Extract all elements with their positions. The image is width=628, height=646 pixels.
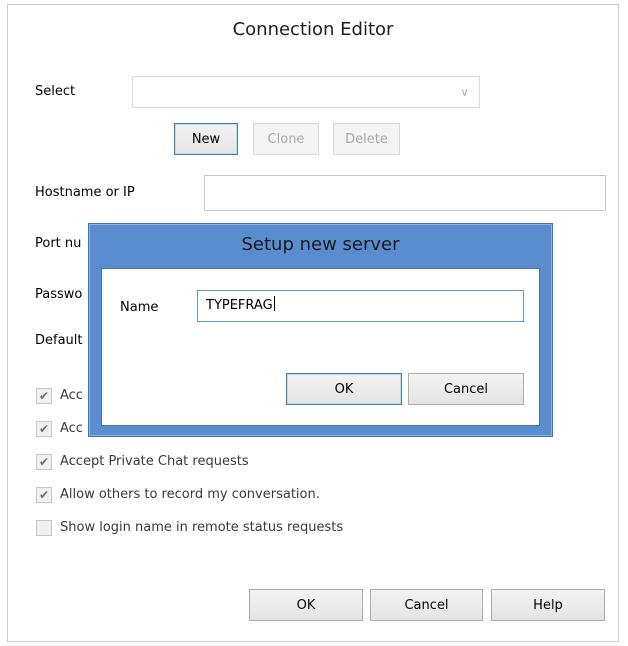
checkbox-1[interactable]: ✔ bbox=[36, 388, 52, 404]
allow-record-checkbox[interactable]: ✔ bbox=[36, 487, 52, 503]
name-label: Name bbox=[120, 300, 159, 315]
delete-button[interactable]: Delete bbox=[333, 123, 400, 155]
dialog-cancel-button[interactable]: Cancel bbox=[408, 373, 524, 405]
hostname-label: Hostname or IP bbox=[35, 185, 135, 200]
window-title: Connection Editor bbox=[232, 19, 394, 40]
server-select[interactable]: ∨ bbox=[132, 76, 480, 108]
check-icon: ✔ bbox=[38, 488, 50, 502]
ok-button[interactable]: OK bbox=[249, 589, 363, 621]
accept-private-chat-checkbox[interactable]: ✔ bbox=[36, 454, 52, 470]
checkbox-1-label: Acc bbox=[60, 388, 83, 403]
help-button[interactable]: Help bbox=[491, 589, 605, 621]
password-label: Passwo bbox=[35, 287, 83, 302]
check-icon: ✔ bbox=[38, 389, 50, 403]
allow-record-label: Allow others to record my conversation. bbox=[60, 487, 320, 502]
accept-private-chat-label: Accept Private Chat requests bbox=[60, 454, 249, 469]
show-login-name-label: Show login name in remote status request… bbox=[60, 520, 344, 535]
name-input[interactable]: TYPEFRAG bbox=[197, 290, 524, 322]
chevron-down-icon: ∨ bbox=[460, 85, 469, 99]
text-caret bbox=[273, 296, 275, 311]
checkbox-2[interactable]: ✔ bbox=[36, 421, 52, 437]
cancel-button[interactable]: Cancel bbox=[370, 589, 483, 621]
dialog-body: Name TYPEFRAG OK Cancel bbox=[101, 268, 540, 426]
dialog-title: Setup new server bbox=[241, 234, 400, 255]
show-login-name-checkbox[interactable] bbox=[36, 520, 52, 536]
clone-button[interactable]: Clone bbox=[253, 123, 319, 155]
new-button[interactable]: New bbox=[174, 123, 238, 155]
default-label: Default bbox=[35, 333, 83, 348]
port-label: Port nu bbox=[35, 236, 82, 251]
checkbox-2-label: Acc bbox=[60, 421, 83, 436]
select-label: Select bbox=[35, 84, 76, 99]
hostname-input[interactable] bbox=[204, 175, 606, 211]
setup-new-server-dialog: Setup new server Name TYPEFRAG OK Cancel bbox=[88, 223, 553, 437]
check-icon: ✔ bbox=[38, 422, 50, 436]
name-input-value: TYPEFRAG bbox=[206, 298, 273, 313]
check-icon: ✔ bbox=[38, 455, 50, 469]
dialog-ok-button[interactable]: OK bbox=[286, 373, 402, 405]
